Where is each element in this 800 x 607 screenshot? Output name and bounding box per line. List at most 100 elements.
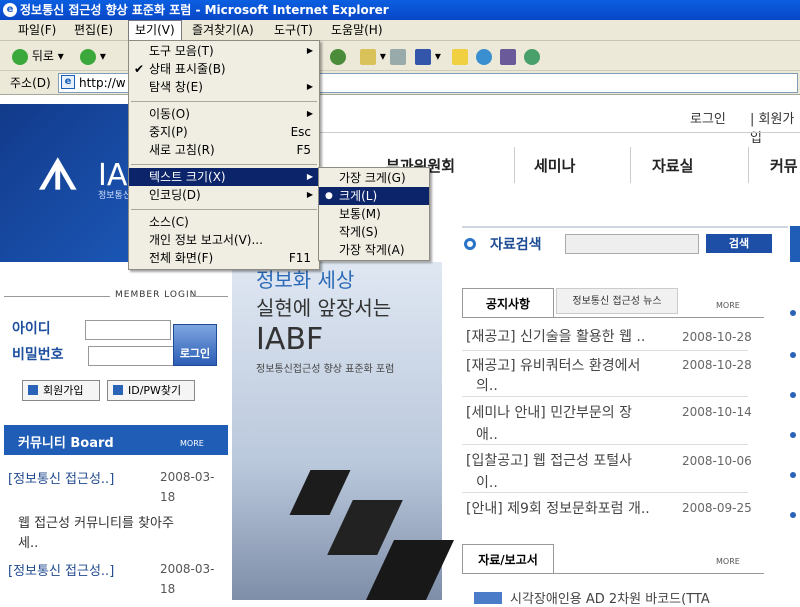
mail-icon[interactable]: ▾ xyxy=(360,46,386,66)
menu-item-label: 가장 작게(A) xyxy=(339,243,405,257)
gnav-seminar[interactable]: 세미나 xyxy=(534,155,575,176)
notice-item[interactable]: [재공고] 신기술을 활용한 웹 .. xyxy=(466,326,645,346)
divider xyxy=(462,317,764,318)
notice-date: 2008-10-14 xyxy=(682,405,752,419)
menu-separator xyxy=(131,164,317,165)
notice-item[interactable]: [재공고] 유비쿼터스 환경에서 xyxy=(466,355,640,375)
menu-help[interactable]: 도움말(H) xyxy=(325,20,389,41)
divider xyxy=(462,396,748,397)
menu-item-privacy-report[interactable]: 개인 정보 보고서(V)... xyxy=(129,231,319,249)
find-button-label: ID/PW찾기 xyxy=(128,384,182,397)
menu-file[interactable]: 파일(F) xyxy=(12,20,62,41)
menu-item-label: 소스(C) xyxy=(149,215,189,229)
menu-item-largest[interactable]: 가장 크게(G) xyxy=(319,169,429,187)
id-input[interactable] xyxy=(85,320,171,340)
notice-date: 2008-09-25 xyxy=(682,501,752,515)
tools-icon[interactable] xyxy=(524,46,540,66)
menu-item-encoding[interactable]: 인코딩(D) ▶ xyxy=(129,186,319,204)
report-item[interactable]: 시각장애인용 AD 2차원 바코드(TTA xyxy=(510,588,710,607)
radio-bullet-icon: ● xyxy=(325,191,333,201)
report-more-link[interactable]: MORE xyxy=(716,557,740,566)
pw-input[interactable] xyxy=(88,346,174,366)
menu-item-medium[interactable]: 보통(M) xyxy=(319,205,429,223)
divider xyxy=(462,444,748,445)
gnav-community[interactable]: 커뮤 xyxy=(770,155,798,176)
menu-item-shortcut: F5 xyxy=(296,143,311,157)
board-item-body[interactable]: 세.. xyxy=(18,532,38,551)
notice-more-link[interactable]: MORE xyxy=(716,301,740,310)
menu-item-go-to[interactable]: 이동(O) ▶ xyxy=(129,105,319,123)
menu-item-refresh[interactable]: 새로 고침(R) F5 xyxy=(129,141,319,159)
text-size-submenu: 가장 크게(G) ● 크게(L) 보통(M) 작게(S) 가장 작게(A) xyxy=(318,167,430,261)
board-item-title[interactable]: [정보통신 접근성..] xyxy=(8,468,114,487)
edit-icon[interactable]: ▾ xyxy=(415,46,441,66)
research-icon[interactable] xyxy=(500,46,516,66)
menu-item-shortcut: F11 xyxy=(288,251,311,265)
menu-item-label: 탐색 창(E) xyxy=(149,80,203,94)
view-menu: 도구 모음(T) ▶ ✔ 상태 표시줄(B) 탐색 창(E) ▶ 이동(O) ▶ 중지(… xyxy=(128,40,320,270)
menu-bar: 파일(F) 편집(E) 보기(V) 즐겨찾기(A) 도구(T) 도움말(H) xyxy=(0,20,800,41)
hero-line2: 실현에 앞장서는 xyxy=(256,296,392,320)
menu-item-label: 상태 표시줄(B) xyxy=(149,62,226,76)
tab-reports[interactable]: 자료/보고서 xyxy=(462,544,554,574)
search-input[interactable] xyxy=(565,234,699,254)
print-icon[interactable] xyxy=(390,46,406,66)
back-arrow-icon xyxy=(12,48,28,65)
menu-separator xyxy=(131,101,317,102)
search-button[interactable]: 검색 xyxy=(706,234,772,253)
ie-logo-icon: e xyxy=(3,3,17,17)
menu-item-explorer-bar[interactable]: 탐색 창(E) ▶ xyxy=(129,78,319,96)
menu-item-status-bar[interactable]: ✔ 상태 표시줄(B) xyxy=(129,60,319,78)
messenger-icon[interactable] xyxy=(476,46,492,66)
menu-item-full-screen[interactable]: 전체 화면(F) F11 xyxy=(129,249,319,267)
login-button[interactable]: 로그인 xyxy=(173,324,217,366)
menu-item-toolbars[interactable]: 도구 모음(T) ▶ xyxy=(129,42,319,60)
back-button[interactable]: 뒤로 ▾ xyxy=(12,46,64,66)
menu-view[interactable]: 보기(V) xyxy=(128,20,182,41)
join-button[interactable]: 회원가입 xyxy=(22,380,100,401)
menu-item-stop[interactable]: 중지(P) Esc xyxy=(129,123,319,141)
menu-edit[interactable]: 편집(E) xyxy=(68,20,119,41)
hero-line3: IABF xyxy=(256,322,324,357)
discuss-icon[interactable] xyxy=(452,46,468,66)
menu-item-smallest[interactable]: 가장 작게(A) xyxy=(319,241,429,259)
report-badge xyxy=(474,592,502,604)
menu-item-source[interactable]: 소스(C) xyxy=(129,213,319,231)
tab-notice[interactable]: 공지사항 xyxy=(462,288,554,318)
arrow-icon xyxy=(113,385,123,395)
page-icon: e xyxy=(61,75,75,89)
menu-item-text-size[interactable]: 텍스트 크기(X) ▶ xyxy=(129,168,319,186)
hero-line4: 정보통신접근성 향상 표준화 포럼 xyxy=(256,364,395,375)
site-logo-icon[interactable]: ᗑ xyxy=(38,150,78,200)
board-item-date: 2008-03- xyxy=(160,470,215,484)
forward-arrow-icon xyxy=(80,48,96,65)
join-link[interactable]: | 회원가입 xyxy=(750,108,800,146)
divider xyxy=(4,296,110,297)
menu-item-larger[interactable]: ● 크게(L) xyxy=(319,187,429,205)
notice-item-cont[interactable]: 이.. xyxy=(476,472,498,492)
submenu-arrow-icon: ▶ xyxy=(306,109,313,118)
find-id-pw-button[interactable]: ID/PW찾기 xyxy=(107,380,195,401)
notice-item-cont[interactable]: 의.. xyxy=(476,375,498,395)
notice-item-cont[interactable]: 애.. xyxy=(476,424,498,444)
board-more-link[interactable]: MORE xyxy=(180,439,204,448)
menu-item-label: 가장 크게(G) xyxy=(339,171,406,185)
history-icon[interactable] xyxy=(330,46,346,66)
menu-favorites[interactable]: 즐겨찾기(A) xyxy=(186,20,260,41)
tab-news[interactable]: 정보통신 접근성 뉴스 xyxy=(556,288,678,314)
gnav-archive[interactable]: 자료실 xyxy=(652,155,693,176)
notice-item[interactable]: [입찰공고] 웹 접근성 포털사 xyxy=(466,450,632,470)
notice-date: 2008-10-28 xyxy=(682,358,752,372)
board-item-body[interactable]: 웹 접근성 커뮤니티를 찾아주 xyxy=(18,512,174,531)
menu-tools[interactable]: 도구(T) xyxy=(268,20,319,41)
list-bullet-icon xyxy=(790,472,796,478)
arrow-icon xyxy=(28,385,38,395)
member-login-heading: MEMBER LOGIN xyxy=(115,290,198,300)
menu-item-smaller[interactable]: 작게(S) xyxy=(319,223,429,241)
board-title: 커뮤니티 Board xyxy=(18,436,114,451)
board-item-title[interactable]: [정보통신 접근성..] xyxy=(8,560,114,579)
notice-item[interactable]: [세미나 안내] 민간부문의 장 xyxy=(466,402,632,422)
login-link[interactable]: 로그인 xyxy=(690,108,726,127)
forward-button[interactable]: ▾ xyxy=(80,46,106,66)
notice-item[interactable]: [안내] 제9회 정보문화포럼 개.. xyxy=(466,498,650,518)
